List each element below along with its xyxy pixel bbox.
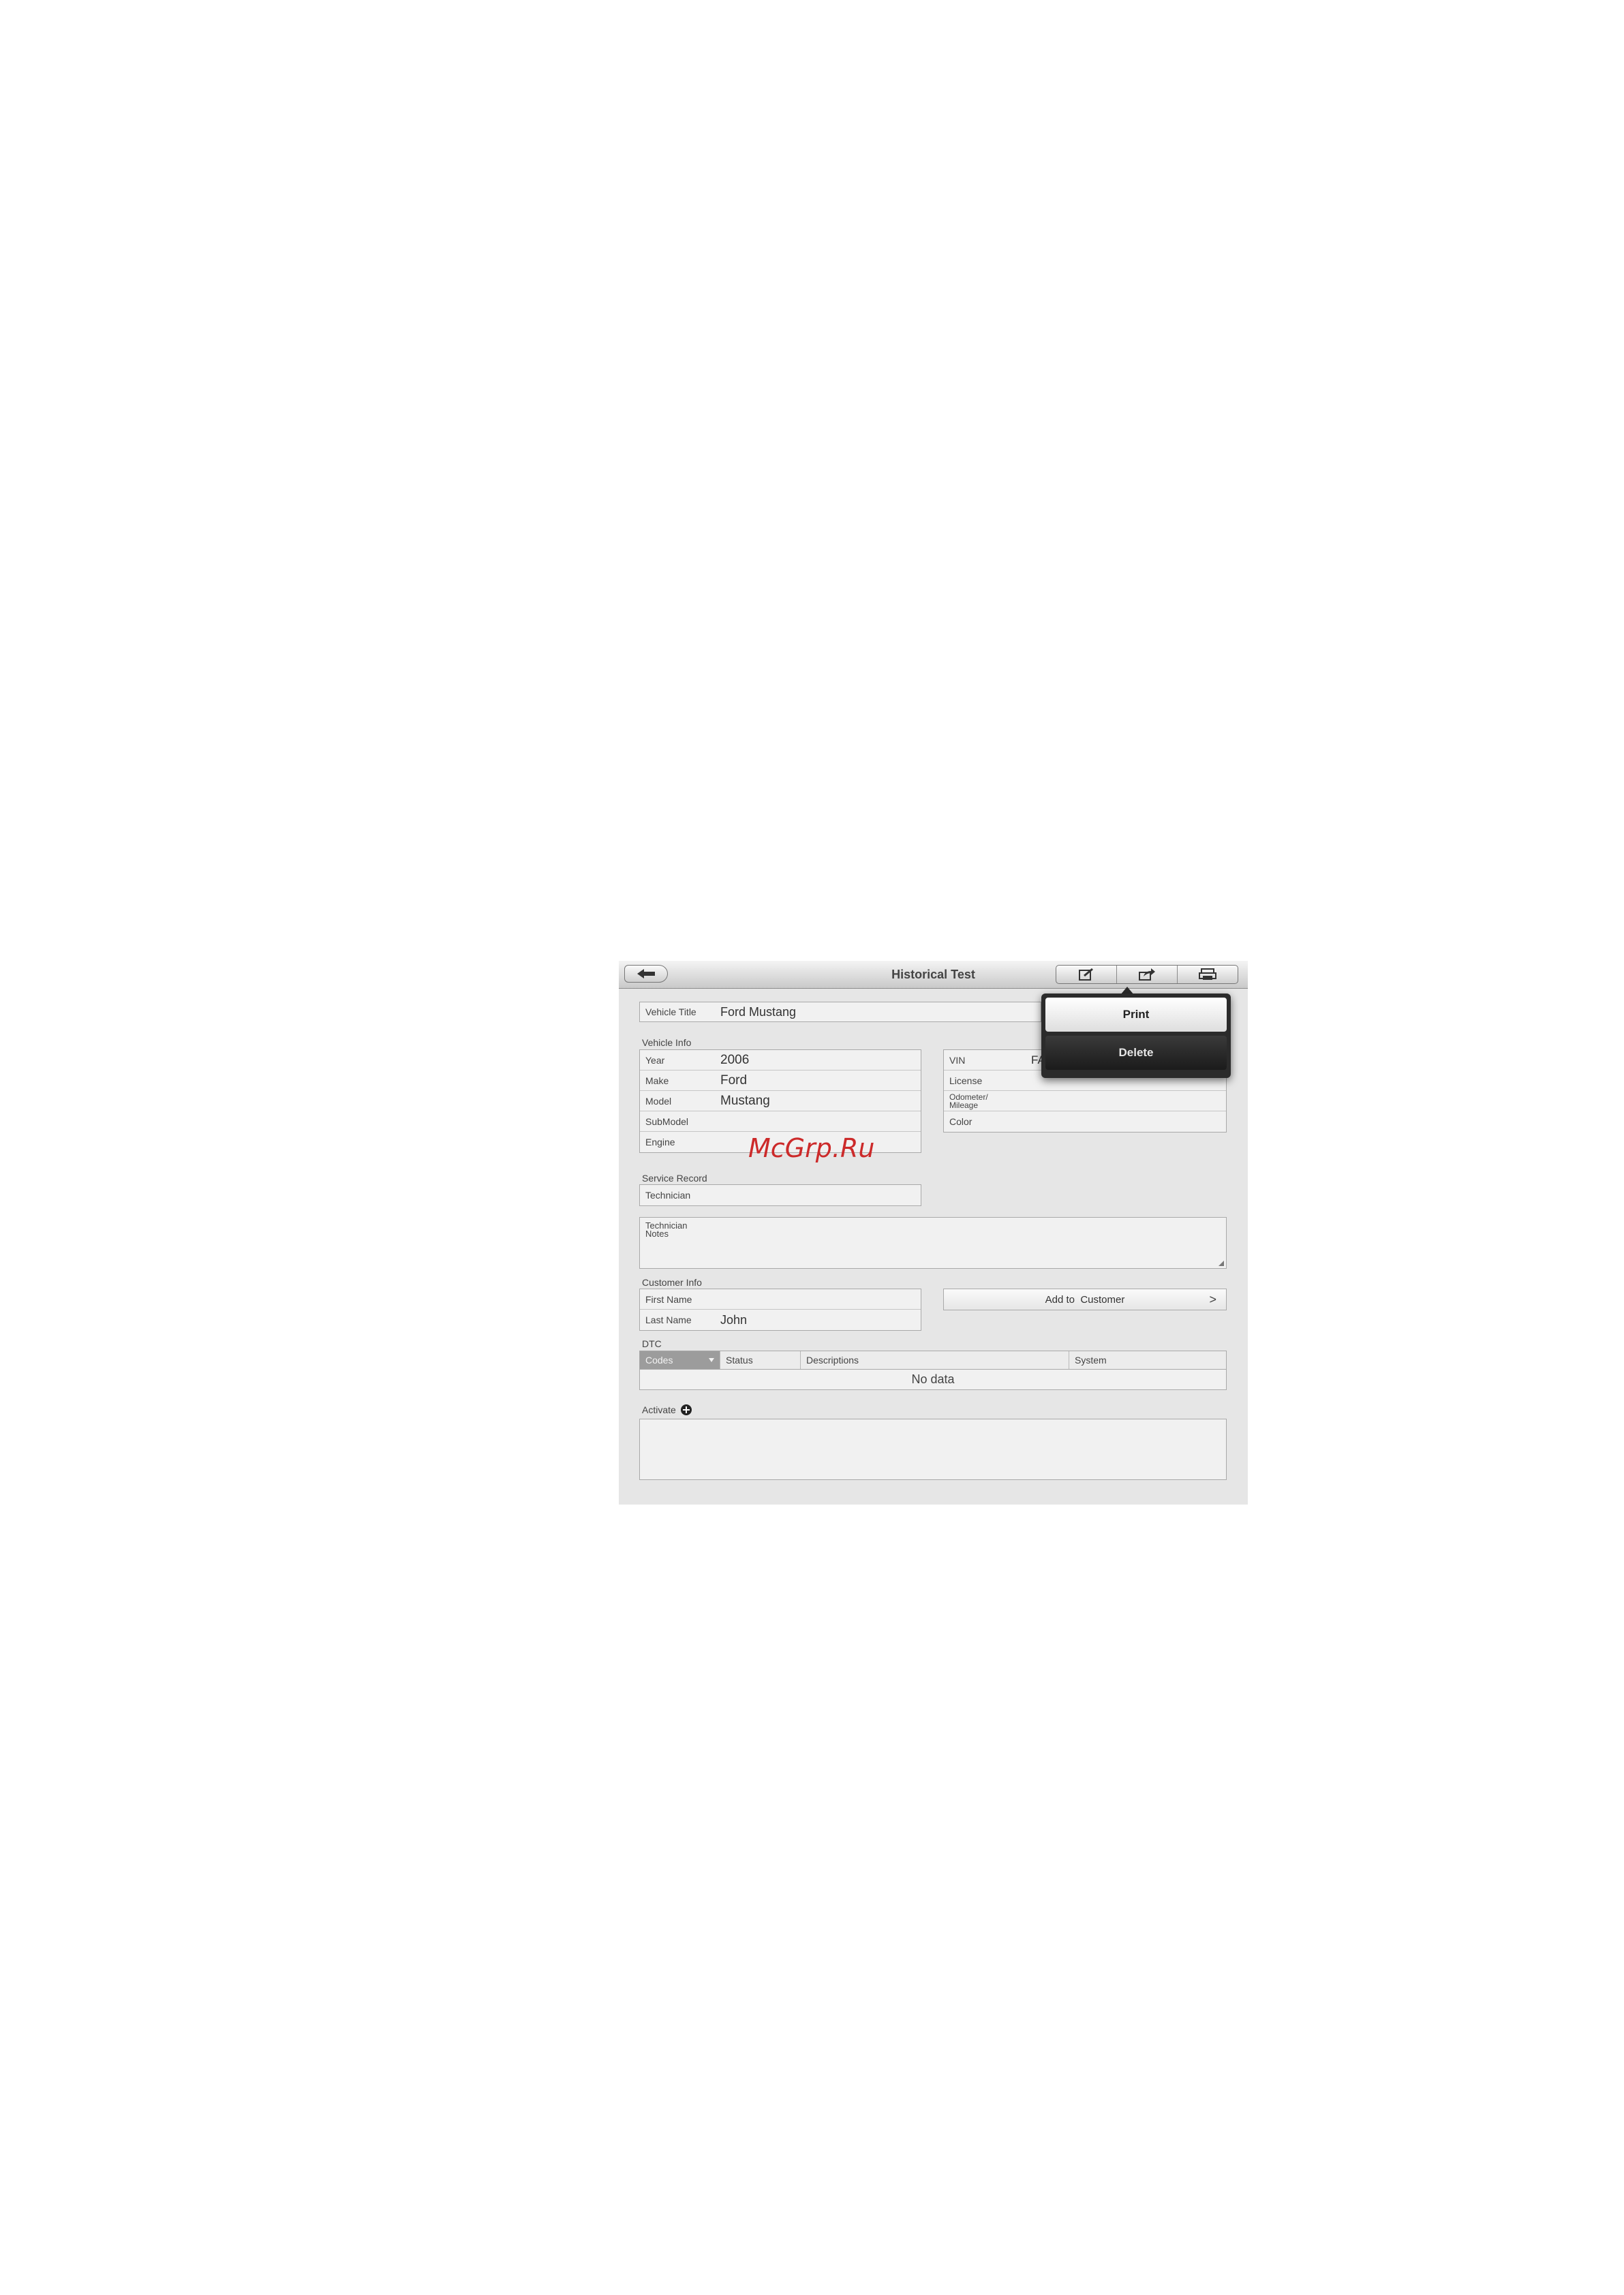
print-stack-icon bbox=[1199, 968, 1216, 980]
dtc-col-codes-label: Codes bbox=[645, 1355, 673, 1366]
menu-print[interactable]: Print bbox=[1045, 998, 1227, 1032]
add-to-customer-label: Add to Customer bbox=[1045, 1293, 1125, 1306]
license-label: License bbox=[949, 1075, 983, 1086]
dtc-col-system[interactable]: System bbox=[1069, 1351, 1226, 1369]
dtc-col-codes[interactable]: Codes bbox=[640, 1351, 720, 1369]
odometer-row[interactable]: Odometer/ Mileage bbox=[944, 1091, 1226, 1111]
vin-label: VIN bbox=[949, 1054, 966, 1066]
activate-row: Activate bbox=[642, 1404, 692, 1416]
print-options-button[interactable] bbox=[1178, 966, 1238, 983]
color-row[interactable]: Color bbox=[944, 1111, 1226, 1132]
top-bar: Historical Test bbox=[619, 961, 1248, 989]
last-name-row[interactable]: Last Name John bbox=[640, 1310, 921, 1330]
submodel-row[interactable]: SubModel bbox=[640, 1111, 921, 1132]
make-label: Make bbox=[645, 1075, 669, 1086]
dtc-header-row: Codes Status Descriptions System bbox=[639, 1351, 1227, 1370]
edit-icon bbox=[1079, 968, 1093, 981]
vehicle-title-field[interactable]: Vehicle Title Ford Mustang bbox=[639, 1002, 1041, 1022]
technician-notes-field[interactable]: Technician Notes bbox=[639, 1217, 1227, 1269]
model-row[interactable]: Model Mustang bbox=[640, 1091, 921, 1111]
year-label: Year bbox=[645, 1054, 665, 1066]
add-circle-icon[interactable] bbox=[680, 1404, 692, 1416]
model-label: Model bbox=[645, 1095, 672, 1107]
year-value: 2006 bbox=[720, 1052, 750, 1067]
first-name-row[interactable]: First Name bbox=[640, 1289, 921, 1310]
service-record-heading: Service Record bbox=[642, 1173, 707, 1184]
make-value: Ford bbox=[720, 1073, 748, 1088]
dtc-col-descriptions[interactable]: Descriptions bbox=[801, 1351, 1069, 1369]
last-name-value: John bbox=[720, 1312, 748, 1327]
dtc-col-status-label: Status bbox=[726, 1355, 753, 1366]
vehicle-info-heading: Vehicle Info bbox=[642, 1037, 692, 1048]
customer-info-heading: Customer Info bbox=[642, 1277, 702, 1288]
resize-grip-icon[interactable] bbox=[1217, 1259, 1224, 1266]
technician-label: Technician bbox=[645, 1190, 691, 1201]
first-name-label: First Name bbox=[645, 1293, 692, 1305]
engine-label: Engine bbox=[645, 1137, 675, 1148]
technician-notes-label: Technician Notes bbox=[645, 1220, 688, 1239]
historical-test-screen: Historical Test Vehicle Title Ford Musta… bbox=[619, 961, 1248, 1505]
dtc-col-system-label: System bbox=[1075, 1355, 1107, 1366]
activate-label: Activate bbox=[642, 1404, 676, 1415]
customer-info-group: First Name Last Name John bbox=[639, 1289, 921, 1331]
last-name-label: Last Name bbox=[645, 1314, 692, 1325]
vehicle-title-value: Ford Mustang bbox=[720, 1004, 797, 1019]
share-icon bbox=[1139, 968, 1155, 981]
make-row[interactable]: Make Ford bbox=[640, 1071, 921, 1091]
sort-down-icon bbox=[709, 1358, 714, 1362]
year-row[interactable]: Year 2006 bbox=[640, 1050, 921, 1071]
odometer-label: Odometer/ Mileage bbox=[949, 1092, 988, 1110]
menu-delete[interactable]: Delete bbox=[1045, 1036, 1227, 1070]
activate-area[interactable] bbox=[639, 1419, 1227, 1480]
dtc-table: Codes Status Descriptions System No data bbox=[639, 1351, 1227, 1390]
share-dropdown-menu: Print Delete bbox=[1041, 994, 1231, 1078]
watermark-text: McGrp.Ru bbox=[748, 1133, 875, 1163]
dtc-col-descriptions-label: Descriptions bbox=[806, 1355, 859, 1366]
share-button[interactable] bbox=[1117, 966, 1178, 983]
dtc-empty-row: No data bbox=[639, 1370, 1227, 1390]
chevron-right-icon: > bbox=[1209, 1292, 1216, 1306]
model-value: Mustang bbox=[720, 1093, 770, 1108]
add-to-customer-button[interactable]: Add to Customer > bbox=[943, 1289, 1227, 1310]
dtc-heading: DTC bbox=[642, 1338, 662, 1349]
dtc-col-status[interactable]: Status bbox=[720, 1351, 801, 1369]
toolbar-button-group bbox=[1056, 965, 1238, 984]
color-label: Color bbox=[949, 1116, 972, 1127]
technician-field[interactable]: Technician bbox=[639, 1184, 921, 1206]
edit-button[interactable] bbox=[1056, 966, 1117, 983]
submodel-label: SubModel bbox=[645, 1115, 689, 1127]
vehicle-title-label: Vehicle Title bbox=[645, 1006, 696, 1017]
